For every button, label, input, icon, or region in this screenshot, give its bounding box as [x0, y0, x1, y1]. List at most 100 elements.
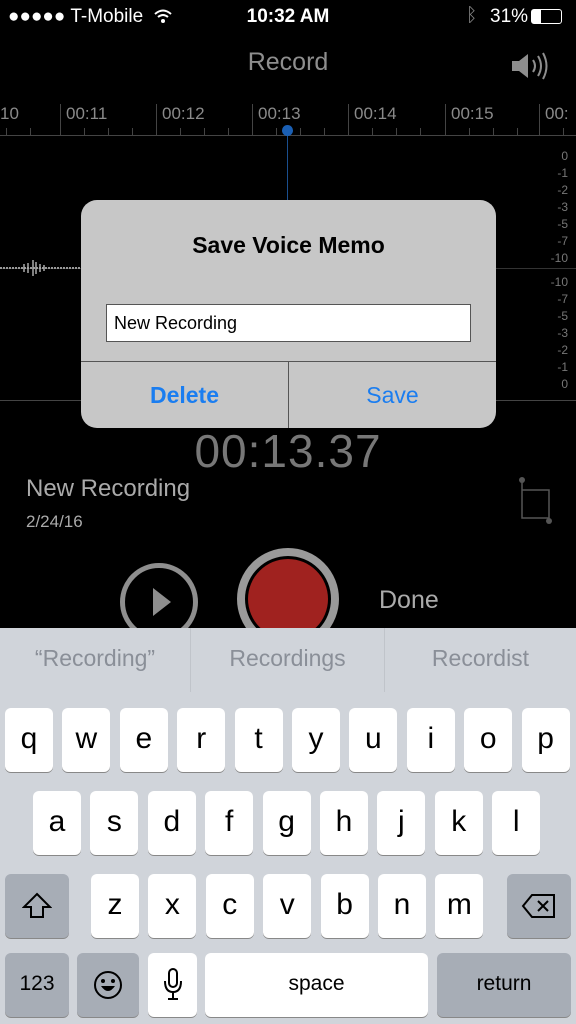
key-x[interactable]: x	[148, 874, 197, 938]
ruler-minor-tick	[204, 128, 205, 135]
recording-name[interactable]: New Recording	[26, 475, 190, 503]
suggestion-2[interactable]: Recordings	[191, 628, 385, 692]
ruler-label: 00:11	[66, 104, 108, 123]
meter-label: -1	[557, 166, 568, 180]
ruler-minor-tick	[228, 128, 229, 135]
key-e[interactable]: e	[119, 708, 168, 772]
ruler-minor-tick	[396, 128, 397, 135]
meter-label: -10	[550, 275, 568, 289]
ruler-minor-tick	[420, 128, 421, 135]
done-button[interactable]: Done	[379, 586, 439, 615]
key-g[interactable]: g	[262, 791, 311, 855]
ruler-major-tick	[60, 104, 61, 136]
ruler-minor-tick	[517, 128, 518, 135]
meter-label: -10	[550, 251, 568, 265]
key-w[interactable]: w	[62, 708, 111, 772]
recording-date: 2/24/16	[26, 512, 83, 531]
ruler-label: 00:13	[258, 104, 301, 123]
numbers-key[interactable]: 123	[5, 953, 69, 1017]
ruler-minor-tick	[324, 128, 325, 135]
key-m[interactable]: m	[435, 874, 484, 938]
ruler-minor-tick	[84, 128, 85, 135]
key-s[interactable]: s	[90, 791, 139, 855]
emoji-icon	[94, 971, 122, 999]
key-u[interactable]: u	[349, 708, 398, 772]
key-i[interactable]: i	[406, 708, 455, 772]
meter-label: -1	[557, 360, 568, 374]
waveform	[0, 260, 82, 276]
key-v[interactable]: v	[263, 874, 312, 938]
key-z[interactable]: z	[91, 874, 139, 938]
key-o[interactable]: o	[464, 708, 513, 772]
ruler-minor-tick	[180, 128, 181, 135]
ruler-label: 00:	[545, 104, 569, 123]
key-a[interactable]: a	[33, 791, 81, 855]
ruler-minor-tick	[493, 128, 494, 135]
meter-label: -3	[557, 200, 568, 214]
key-f[interactable]: f	[205, 791, 254, 855]
ruler-label: 00:15	[451, 104, 494, 123]
ruler-minor-tick	[132, 128, 133, 135]
key-h[interactable]: h	[320, 791, 368, 855]
ruler-minor-tick	[30, 128, 31, 135]
status-bar: ●●●●● T-Mobile 10:32 AM ᛒ 31%	[0, 0, 576, 34]
key-k[interactable]: k	[434, 791, 483, 855]
battery-icon	[531, 9, 562, 24]
microphone-icon	[163, 968, 182, 1000]
elapsed-timer: 00:13.37	[194, 425, 382, 477]
ruler-label: 00:12	[162, 104, 205, 123]
backspace-icon	[521, 894, 555, 918]
key-j[interactable]: j	[377, 791, 426, 855]
save-button[interactable]: Save	[289, 361, 496, 428]
suggestion-1[interactable]: “Recording”	[0, 628, 191, 692]
delete-key[interactable]	[507, 874, 571, 938]
trim-icon[interactable]	[516, 476, 556, 528]
memo-name-input[interactable]	[106, 304, 471, 342]
key-q[interactable]: q	[5, 708, 53, 772]
meter-label: -2	[557, 343, 568, 357]
ruler-minor-tick	[6, 128, 7, 135]
key-b[interactable]: b	[320, 874, 369, 938]
delete-button[interactable]: Delete	[81, 361, 289, 428]
ruler-minor-tick	[276, 128, 277, 135]
ruler-major-tick	[539, 104, 540, 136]
dictation-key[interactable]	[148, 953, 197, 1017]
key-r[interactable]: r	[177, 708, 226, 772]
ruler-major-tick	[252, 104, 253, 136]
play-icon	[153, 588, 171, 616]
dialog-title: Save Voice Memo	[192, 232, 385, 258]
speaker-icon[interactable]	[510, 50, 552, 82]
ruler-minor-tick	[300, 128, 301, 135]
playhead-handle[interactable]	[282, 125, 293, 136]
save-voice-memo-dialog: Save Voice Memo Delete Save	[81, 200, 496, 428]
key-t[interactable]: t	[234, 708, 283, 772]
shift-key[interactable]	[5, 874, 69, 938]
meter-label: -5	[557, 217, 568, 231]
ruler-major-tick	[348, 104, 349, 136]
key-d[interactable]: d	[147, 791, 196, 855]
meter-label: -7	[557, 292, 568, 306]
ruler-minor-tick	[469, 128, 470, 135]
ruler-label: 00:14	[354, 104, 397, 123]
space-key[interactable]: space	[205, 953, 428, 1017]
shift-icon	[21, 892, 53, 918]
ruler-minor-tick	[372, 128, 373, 135]
ruler-major-tick	[445, 104, 446, 136]
key-y[interactable]: y	[292, 708, 340, 772]
key-c[interactable]: c	[205, 874, 254, 938]
bluetooth-icon: ᛒ	[466, 5, 478, 26]
ruler-label: 10	[0, 104, 19, 123]
meter-label: 0	[561, 377, 568, 391]
key-l[interactable]: l	[492, 791, 541, 855]
meter-label: -3	[557, 326, 568, 340]
ruler-minor-tick	[108, 128, 109, 135]
key-n[interactable]: n	[378, 874, 426, 938]
meter-label: 0	[561, 149, 568, 163]
return-key[interactable]: return	[437, 953, 571, 1017]
key-p[interactable]: p	[521, 708, 570, 772]
page-title: Record	[247, 48, 329, 76]
emoji-key[interactable]	[77, 953, 139, 1017]
keyboard: “Recording” Recordings Recordist 123 spa…	[0, 628, 576, 1024]
meter-label: -7	[557, 234, 568, 248]
suggestion-3[interactable]: Recordist	[385, 628, 576, 692]
